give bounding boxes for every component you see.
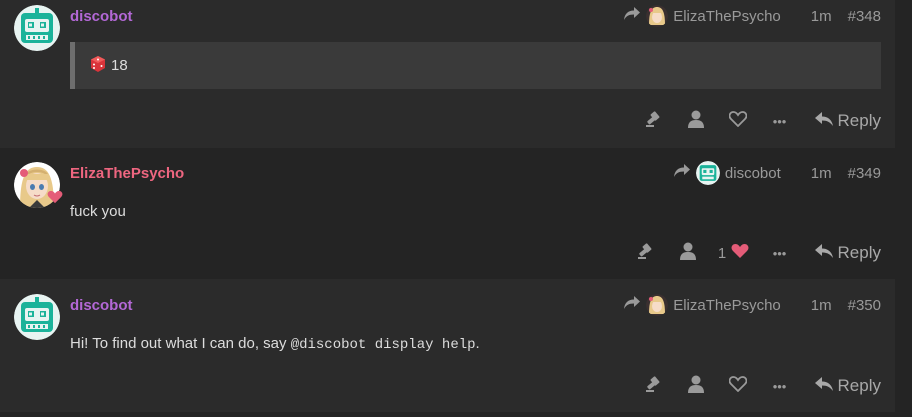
post-age[interactable]: 1m <box>811 8 832 25</box>
command-code: @discobot display help <box>290 337 476 353</box>
username[interactable]: discobot <box>70 8 133 25</box>
post-age[interactable]: 1m <box>811 165 832 182</box>
reply-to-username: ElizaThePsycho <box>673 7 781 25</box>
post-actions: ••• Reply <box>633 374 881 398</box>
reply-to-username: discobot <box>724 164 781 182</box>
avatar[interactable] <box>14 5 60 51</box>
heart-icon <box>731 243 749 264</box>
post: discobot ElizaThePsycho 1m #348 18 ••• R… <box>0 0 895 148</box>
user-icon <box>687 375 704 398</box>
user-icon <box>679 242 696 265</box>
reply-label: Reply <box>837 111 881 130</box>
more-button[interactable]: ••• <box>759 241 801 265</box>
flag-button[interactable] <box>633 109 675 133</box>
dice-icon <box>89 55 107 77</box>
dice-result: 18 <box>111 57 128 74</box>
heart-icon <box>728 110 747 132</box>
post-number[interactable]: #350 <box>848 297 881 314</box>
post-number[interactable]: #348 <box>848 8 881 25</box>
reply-icon <box>814 376 838 396</box>
reply-arrow-icon <box>673 164 690 182</box>
reply-to-link[interactable]: ElizaThePsycho <box>624 294 781 316</box>
flag-icon <box>645 375 663 398</box>
like-button[interactable]: 1 <box>709 241 759 265</box>
post-body: fuck you <box>70 203 126 220</box>
user-button[interactable] <box>675 374 717 398</box>
reply-to-avatar <box>646 5 669 27</box>
reply-label: Reply <box>837 376 881 395</box>
post-body: Hi! To find out what I can do, say @disc… <box>70 335 480 353</box>
post-actions: ••• Reply <box>633 109 881 133</box>
user-button[interactable] <box>667 241 709 265</box>
post: discobot ElizaThePsycho 1m #350 Hi! To f… <box>0 279 895 412</box>
reply-to-avatar <box>695 161 720 185</box>
reply-arrow-icon <box>624 7 641 25</box>
post-meta: ElizaThePsycho 1m #350 <box>624 294 881 316</box>
reply-to-link[interactable]: ElizaThePsycho <box>624 5 781 27</box>
body-text-suffix: . <box>475 335 480 352</box>
reply-button[interactable]: Reply <box>814 243 881 263</box>
reply-icon <box>814 243 838 263</box>
reply-label: Reply <box>837 243 881 262</box>
reply-icon <box>814 111 838 131</box>
flair-heart-icon <box>47 190 63 209</box>
username[interactable]: ElizaThePsycho <box>70 165 184 182</box>
post: ElizaThePsycho discobot 1m #349 fuck you <box>0 148 895 279</box>
reply-arrow-icon <box>624 296 641 314</box>
flag-button[interactable] <box>625 241 667 265</box>
post-meta: discobot 1m #349 <box>673 161 881 185</box>
reply-to-link[interactable]: discobot <box>673 161 781 185</box>
more-button[interactable]: ••• <box>759 109 801 133</box>
post-number[interactable]: #349 <box>848 165 881 182</box>
reply-to-username: ElizaThePsycho <box>673 296 781 314</box>
like-button[interactable] <box>717 109 759 133</box>
post-meta: ElizaThePsycho 1m #348 <box>624 5 881 27</box>
post-actions: 1 ••• Reply <box>625 241 881 265</box>
username[interactable]: discobot <box>70 297 133 314</box>
flag-button[interactable] <box>633 374 675 398</box>
more-icon: ••• <box>772 378 787 394</box>
reply-button[interactable]: Reply <box>814 111 881 131</box>
flag-icon <box>637 242 655 265</box>
heart-icon <box>728 375 747 397</box>
user-button[interactable] <box>675 109 717 133</box>
more-button[interactable]: ••• <box>759 374 801 398</box>
user-icon <box>687 110 704 133</box>
reply-button[interactable]: Reply <box>814 376 881 396</box>
avatar[interactable] <box>14 294 60 340</box>
reply-to-avatar <box>646 294 669 316</box>
body-text-prefix: Hi! To find out what I can do, say <box>70 335 291 352</box>
like-button[interactable] <box>717 374 759 398</box>
more-icon: ••• <box>772 113 787 129</box>
more-icon: ••• <box>772 245 787 261</box>
flag-icon <box>645 110 663 133</box>
dice-roll-quote: 18 <box>70 42 881 89</box>
like-count[interactable]: 1 <box>718 245 726 262</box>
post-age[interactable]: 1m <box>811 297 832 314</box>
